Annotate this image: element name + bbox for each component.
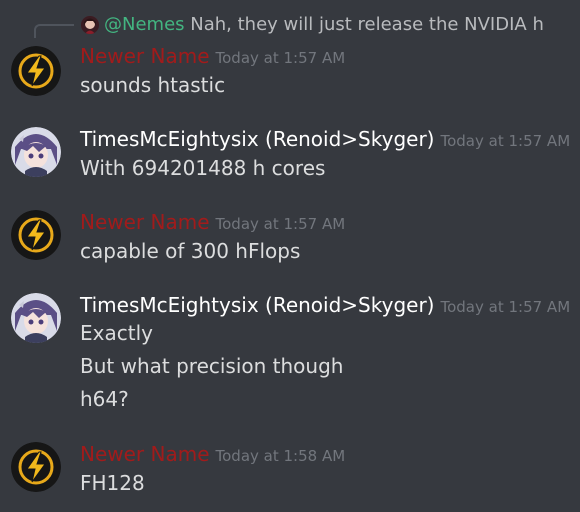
message-text: capable of 300 hFlops: [80, 239, 301, 263]
lightning-bolt-icon: [11, 442, 61, 492]
message-text: h64?: [80, 387, 129, 411]
reply-snippet: Nah, they will just release the NVIDIA h: [184, 14, 544, 35]
message-header: Newer Name Today at 1:58 AM: [80, 442, 345, 466]
timestamp[interactable]: Today at 1:57 AM: [216, 215, 346, 233]
author-name[interactable]: Newer Name: [80, 210, 210, 234]
message-header: Newer Name Today at 1:57 AM: [80, 210, 345, 234]
message-text: FH128: [80, 471, 145, 495]
avatar[interactable]: [11, 127, 61, 177]
message-header: TimesMcEightysix (Renoid>Skyger) Today at…: [80, 293, 570, 317]
reply-reference[interactable]: @Nemes Nah, they will just release the N…: [0, 12, 580, 38]
reply-connector: [34, 24, 74, 38]
author-name[interactable]: Newer Name: [80, 442, 210, 466]
message-text: With 694201488 h cores: [80, 156, 326, 180]
message-text: sounds htastic: [80, 73, 226, 97]
anime-character-avatar: [11, 293, 61, 343]
timestamp[interactable]: Today at 1:57 AM: [216, 49, 346, 67]
message-text: But what precision though: [80, 354, 344, 378]
avatar[interactable]: [11, 293, 61, 343]
lightning-bolt-icon: [11, 210, 61, 260]
lightning-bolt-icon: [11, 46, 61, 96]
timestamp[interactable]: Today at 1:57 AM: [440, 298, 570, 316]
timestamp[interactable]: Today at 1:58 AM: [216, 447, 346, 465]
timestamp[interactable]: Today at 1:57 AM: [440, 132, 570, 150]
author-name[interactable]: TimesMcEightysix (Renoid>Skyger): [80, 127, 434, 151]
message-text: Exactly: [80, 321, 153, 345]
avatar[interactable]: [11, 210, 61, 260]
reply-avatar[interactable]: [81, 16, 99, 34]
avatar[interactable]: [11, 442, 61, 492]
avatar[interactable]: [11, 46, 61, 96]
chat-messages: @Nemes Nah, they will just release the N…: [0, 0, 580, 512]
reply-text[interactable]: @Nemes Nah, they will just release the N…: [104, 14, 544, 35]
author-name[interactable]: Newer Name: [80, 44, 210, 68]
reply-mention[interactable]: @Nemes: [104, 14, 185, 35]
message-header: Newer Name Today at 1:57 AM: [80, 44, 345, 68]
message-header: TimesMcEightysix (Renoid>Skyger) Today at…: [80, 127, 570, 151]
author-name[interactable]: TimesMcEightysix (Renoid>Skyger): [80, 293, 434, 317]
anime-character-avatar: [11, 127, 61, 177]
